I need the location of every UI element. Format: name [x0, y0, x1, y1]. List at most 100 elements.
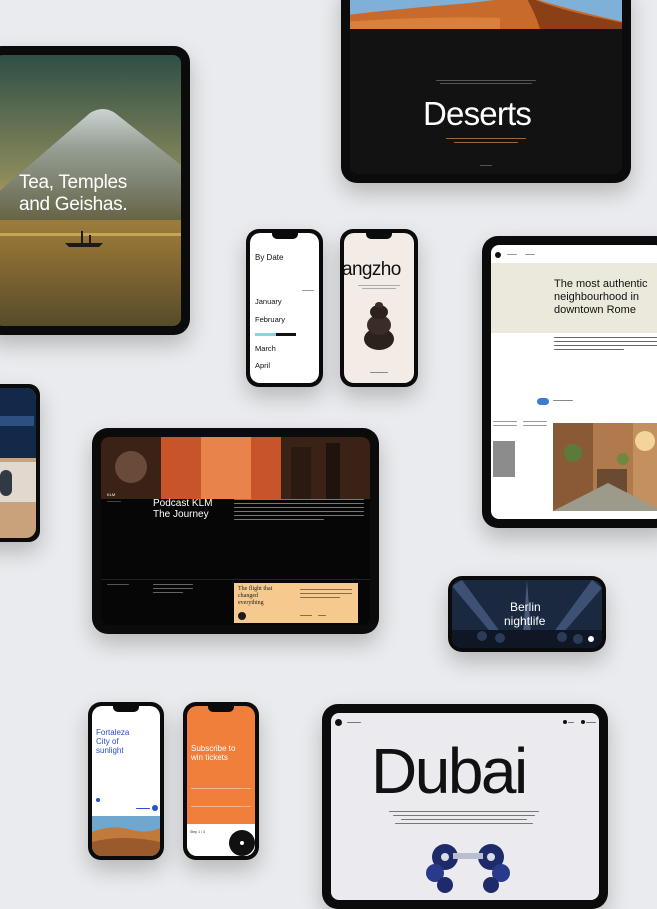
- fortaleza-title-line3: sunlight: [96, 746, 124, 755]
- city-screen: [0, 388, 36, 538]
- phone-hangzhou: angzho: [340, 229, 418, 387]
- klm-body-line: [234, 499, 364, 500]
- hangzhou-text-line: [358, 285, 400, 286]
- subscribe-input-line[interactable]: [191, 806, 251, 807]
- rome-body-line: [554, 349, 624, 350]
- klm-card-line3: everything: [238, 600, 264, 606]
- tablet-klm: KLM Podcast KLM The Journey The flight t…: [92, 428, 379, 634]
- rome-sidebar-line: [523, 425, 547, 426]
- berlin-play-icon[interactable]: [588, 636, 594, 642]
- japan-title-line1: Tea, Temples: [19, 172, 127, 193]
- month-april[interactable]: April: [255, 361, 270, 370]
- tablet-japan: Tea, Temples and Geishas.: [0, 46, 190, 335]
- klm-title-line2: The Journey: [153, 509, 209, 520]
- city-lights: [0, 416, 34, 426]
- dubai-screen: Dubai: [331, 713, 599, 900]
- progress-bar-dark: [276, 333, 296, 336]
- rome-nav-line: [507, 254, 517, 255]
- subscribe-step-label: Step 1 / 3: [190, 830, 205, 834]
- klm-card-desc: [300, 593, 352, 594]
- klm-hero-image: [101, 437, 370, 499]
- dubai-menu-icon[interactable]: [335, 719, 342, 726]
- rome-screen: The most authentic neighbourhood in down…: [491, 245, 657, 519]
- rome-street-image: [553, 423, 657, 511]
- subscribe-screen: Subscribe to win tickets Step 1 / 3: [187, 706, 255, 856]
- berlin-screen: Berlin nightlife: [452, 580, 602, 648]
- teapot-image: [364, 302, 394, 350]
- bydate-filter[interactable]: [302, 290, 314, 291]
- month-january[interactable]: January: [255, 297, 282, 306]
- rome-logo-icon: [537, 398, 549, 405]
- rome-title-line3: downtown Rome: [554, 304, 636, 316]
- month-march[interactable]: March: [255, 344, 276, 353]
- klm-small-line: [153, 588, 193, 589]
- deserts-subtitle-line: [446, 138, 526, 139]
- subscribe-title-line1: Subscribe to: [191, 744, 236, 753]
- phone-notch: [113, 706, 139, 712]
- klm-logo: KLM: [107, 492, 116, 497]
- rome-sidebar-line: [523, 421, 547, 422]
- klm-screen: KLM Podcast KLM The Journey The flight t…: [101, 437, 370, 625]
- klm-card-meta: [300, 615, 312, 616]
- klm-body-line: [234, 507, 364, 508]
- rome-logo-text: [553, 400, 573, 401]
- fortaleza-logo: [96, 798, 100, 802]
- arrow-right-icon: [240, 841, 244, 845]
- dubai-desc-line: [389, 811, 539, 812]
- desert-dune-image: [350, 0, 622, 29]
- dubai-desc-line: [401, 819, 527, 820]
- rome-body-line: [554, 337, 657, 338]
- dubai-bracelet-image: [426, 844, 510, 893]
- rome-body-line: [554, 341, 657, 342]
- klm-card-desc: [300, 597, 340, 598]
- fortaleza-title-line1: Fortaleza: [96, 728, 130, 737]
- subscribe-input-line[interactable]: [191, 788, 251, 789]
- month-february[interactable]: February: [255, 315, 285, 324]
- berlin-title-line2: nightlife: [504, 614, 546, 628]
- deserts-text-line: [436, 80, 536, 81]
- dubai-nav-line: [586, 722, 596, 723]
- klm-card-line1: The flight that: [238, 586, 273, 592]
- dubai-lang-dot[interactable]: [563, 720, 567, 724]
- dubai-nav-line: [568, 722, 574, 723]
- hangzhou-text-line: [362, 288, 396, 289]
- fortaleza-screen: Fortaleza City of sunlight: [92, 706, 160, 856]
- klm-card-line2: changed: [238, 593, 258, 599]
- klm-card-meta: [318, 615, 326, 616]
- play-icon[interactable]: [238, 612, 246, 620]
- fortaleza-title-line2: City of: [96, 737, 119, 746]
- rome-body-line: [554, 345, 657, 346]
- klm-title-line1: Podcast KLM: [153, 498, 213, 509]
- klm-side-line: [107, 501, 121, 502]
- rome-menu-icon[interactable]: [495, 252, 501, 258]
- klm-small-line: [153, 584, 193, 585]
- tablet-dubai: Dubai: [322, 704, 608, 909]
- klm-body-line: [234, 503, 364, 504]
- dubai-desc-line: [395, 823, 533, 824]
- bydate-screen: By Date January February March April: [250, 233, 319, 383]
- klm-divider: [101, 579, 370, 580]
- phone-notch: [208, 706, 234, 712]
- deserts-subtitle-line: [454, 142, 518, 143]
- rome-title-line1: The most authentic: [554, 278, 648, 290]
- tablet-deserts: Deserts: [341, 0, 631, 183]
- klm-side-line: [107, 584, 129, 585]
- fortaleza-link[interactable]: [136, 808, 150, 809]
- japan-screen: Tea, Temples and Geishas.: [0, 55, 181, 326]
- phone-city-partial: [0, 384, 40, 542]
- hangzhou-screen: angzho: [344, 233, 414, 383]
- dubai-search-dot[interactable]: [581, 720, 585, 724]
- berlin-title-line1: Berlin: [510, 600, 541, 614]
- klm-episode-card[interactable]: The flight that changed everything: [234, 583, 358, 623]
- deserts-footer-line: [480, 165, 492, 166]
- city-figure: [0, 470, 12, 496]
- deserts-text-line: [440, 83, 532, 84]
- hangzhou-title: angzho: [344, 259, 401, 280]
- phone-berlin: Berlin nightlife: [448, 576, 606, 652]
- klm-body-line: [234, 511, 364, 512]
- klm-small-line: [153, 592, 183, 593]
- bydate-title: By Date: [255, 253, 284, 262]
- fortaleza-dunes-image: [92, 816, 160, 856]
- fortaleza-arrow-icon[interactable]: [152, 805, 158, 811]
- tablet-rome: The most authentic neighbourhood in down…: [482, 236, 657, 528]
